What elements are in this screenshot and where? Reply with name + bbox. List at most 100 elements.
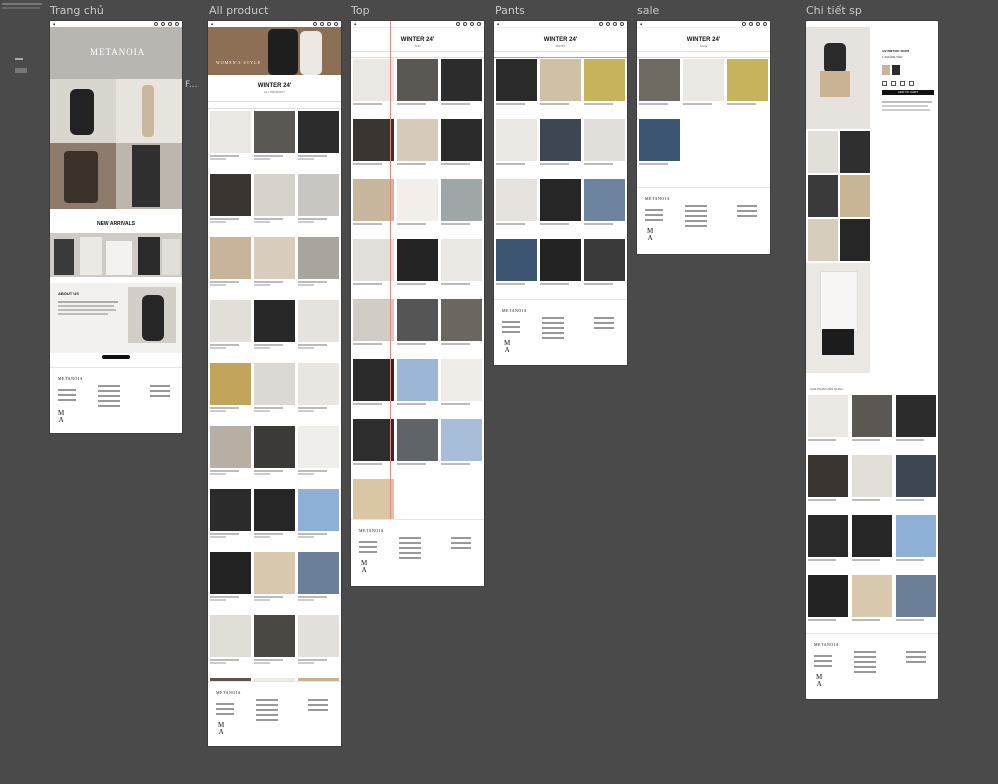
- product-card[interactable]: [896, 515, 936, 561]
- frame-label-all[interactable]: All product: [209, 4, 268, 17]
- thumbnail[interactable]: [840, 131, 870, 173]
- product-card[interactable]: [353, 239, 394, 285]
- filter-bar[interactable]: [637, 51, 770, 58]
- frame-label-sale[interactable]: sale: [637, 4, 659, 17]
- product-card[interactable]: [298, 300, 339, 349]
- product-card[interactable]: [254, 300, 295, 349]
- product-card[interactable]: [254, 363, 295, 412]
- product-card[interactable]: [441, 59, 482, 105]
- product-card[interactable]: [496, 179, 537, 225]
- frame-pants[interactable]: ◆ WINTER 24' PANTS METANOIA MA: [494, 21, 627, 365]
- product-card[interactable]: [353, 419, 394, 465]
- product-card[interactable]: [210, 237, 251, 286]
- product-card[interactable]: [254, 615, 295, 664]
- product-card[interactable]: [683, 59, 724, 105]
- product-card[interactable]: [210, 552, 251, 601]
- product-card[interactable]: [441, 419, 482, 465]
- product-card[interactable]: [254, 489, 295, 538]
- logo[interactable]: ◆: [53, 22, 55, 26]
- thumbnail[interactable]: [808, 175, 838, 217]
- frame-label-top[interactable]: Top: [351, 4, 370, 17]
- new-arrivals-strip[interactable]: [50, 233, 182, 277]
- product-card[interactable]: [808, 515, 848, 561]
- product-card[interactable]: [298, 489, 339, 538]
- product-card[interactable]: [397, 179, 438, 225]
- product-card[interactable]: [639, 119, 680, 165]
- product-card[interactable]: [210, 111, 251, 160]
- product-card[interactable]: [540, 119, 581, 165]
- product-card[interactable]: [639, 59, 680, 105]
- filter-bar[interactable]: [208, 101, 341, 109]
- product-card[interactable]: [210, 489, 251, 538]
- product-card[interactable]: [254, 174, 295, 223]
- view-more-button[interactable]: [102, 355, 130, 359]
- frame-product-detail[interactable]: ASYMETRIC SKIRT 1,200,000 VND ADD TO CAR…: [806, 21, 938, 699]
- add-to-cart-button[interactable]: ADD TO CART: [882, 90, 934, 95]
- product-card[interactable]: [896, 455, 936, 501]
- product-card[interactable]: [353, 119, 394, 165]
- product-card[interactable]: [496, 119, 537, 165]
- product-card[interactable]: [441, 179, 482, 225]
- product-card[interactable]: [808, 395, 848, 441]
- product-card[interactable]: [298, 111, 339, 160]
- product-card[interactable]: [584, 119, 625, 165]
- product-card[interactable]: [496, 239, 537, 285]
- side-frame-label[interactable]: F...: [185, 80, 197, 90]
- product-card[interactable]: [397, 419, 438, 465]
- product-card[interactable]: [808, 455, 848, 501]
- product-card[interactable]: [441, 119, 482, 165]
- product-card[interactable]: [584, 179, 625, 225]
- product-card[interactable]: [496, 59, 537, 105]
- product-card[interactable]: [397, 359, 438, 405]
- product-card[interactable]: [896, 395, 936, 441]
- product-card[interactable]: [852, 395, 892, 441]
- product-card[interactable]: [397, 299, 438, 345]
- product-card[interactable]: [584, 59, 625, 105]
- product-card[interactable]: [298, 552, 339, 601]
- product-card[interactable]: [397, 119, 438, 165]
- thumbnail[interactable]: [840, 219, 870, 261]
- product-card[interactable]: [852, 455, 892, 501]
- frame-label-detail[interactable]: Chi tiết sp: [806, 4, 862, 17]
- product-card[interactable]: [540, 239, 581, 285]
- frame-label-pants[interactable]: Pants: [495, 4, 525, 17]
- thumbnail[interactable]: [808, 219, 838, 261]
- product-card[interactable]: [210, 363, 251, 412]
- product-card[interactable]: [210, 174, 251, 223]
- frame-label-home[interactable]: Trang chủ: [50, 4, 104, 17]
- product-card[interactable]: [298, 363, 339, 412]
- frame-home[interactable]: ◆ METANOIA NEW ARRIVALS ABOUT US METANOI…: [50, 21, 182, 433]
- product-card[interactable]: [254, 111, 295, 160]
- size-option[interactable]: [900, 81, 905, 86]
- frame-sale[interactable]: ◆ WINTER 24' SALE METANOIA MA: [637, 21, 770, 254]
- product-card[interactable]: [353, 299, 394, 345]
- product-card[interactable]: [254, 552, 295, 601]
- product-card[interactable]: [852, 575, 892, 621]
- product-card[interactable]: [441, 239, 482, 285]
- product-card[interactable]: [540, 179, 581, 225]
- product-card[interactable]: [441, 359, 482, 405]
- size-option[interactable]: [882, 81, 887, 86]
- product-card[interactable]: [353, 59, 394, 105]
- side-layer-panel[interactable]: [15, 58, 29, 80]
- frame-all-product[interactable]: ◆ WOMEN'S STYLE WINTER 24' ALL PRODUCT M…: [208, 21, 341, 746]
- product-card[interactable]: [298, 426, 339, 475]
- size-option[interactable]: [891, 81, 896, 86]
- thumbnail[interactable]: [840, 175, 870, 217]
- product-card[interactable]: [441, 299, 482, 345]
- product-card[interactable]: [298, 237, 339, 286]
- color-swatch[interactable]: [892, 65, 900, 75]
- canvas-toolbar[interactable]: [2, 2, 44, 14]
- product-card[interactable]: [727, 59, 768, 105]
- product-card[interactable]: [896, 575, 936, 621]
- frame-top[interactable]: ◆ WINTER 24' TOP METANOIA MA: [351, 21, 484, 586]
- product-card[interactable]: [298, 615, 339, 664]
- product-card[interactable]: [353, 179, 394, 225]
- product-card[interactable]: [353, 359, 394, 405]
- filter-bar[interactable]: [494, 51, 627, 58]
- color-swatch[interactable]: [882, 65, 890, 75]
- product-card[interactable]: [254, 426, 295, 475]
- filter-bar[interactable]: [351, 51, 484, 58]
- size-option[interactable]: [909, 81, 914, 86]
- product-card[interactable]: [210, 300, 251, 349]
